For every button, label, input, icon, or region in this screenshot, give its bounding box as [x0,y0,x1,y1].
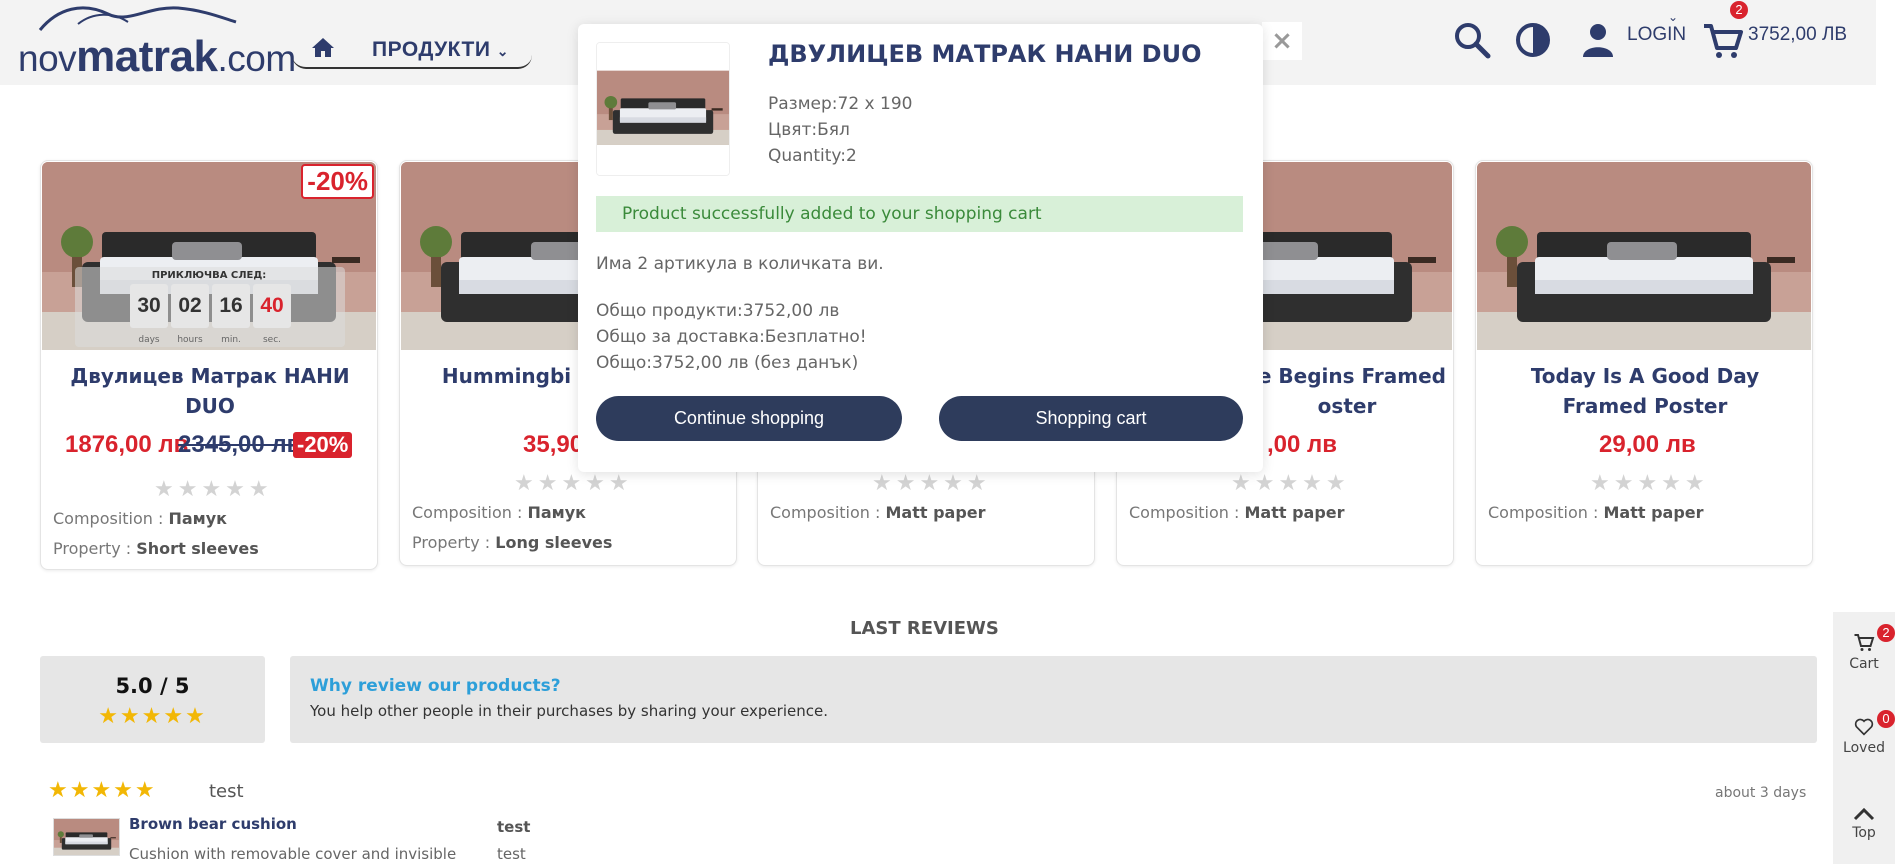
chevron-down-icon: ⌄ [496,43,510,59]
countdown-unit: hours [177,335,203,345]
review-date: about 3 days [1715,785,1807,801]
product-price: 35,90 [523,431,584,458]
feature-composition: Composition : Памук [412,503,587,522]
review-product-thumbnail[interactable] [53,818,120,856]
nav-products-menu[interactable]: ПРОДУКТИ ⌄ [372,38,509,62]
login-link[interactable]: LOGIN [1627,24,1686,46]
product-title[interactable]: re Begins Framed oster [1247,361,1447,421]
modal-close-button[interactable]: × [1262,22,1302,60]
old-price: 2345,00 лв [178,431,302,458]
review-stars: ★★★★★ [48,778,157,803]
search-icon[interactable] [1452,20,1492,60]
cart-total[interactable]: 3752,00 ЛВ [1748,24,1847,46]
main-nav: ПРОДУКТИ ⌄ [292,28,532,69]
modal-size: Размер:72 x 190 [768,94,913,114]
side-loved-badge: 0 [1877,710,1895,728]
countdown-unit: min. [221,335,241,345]
cart-icon [1854,634,1875,651]
modal-total-products: Общо продукти:3752,00 лв [596,301,840,321]
countdown-hours: 02 [171,284,209,328]
side-loved-label: Loved [1843,740,1885,756]
modal-items-count: Има 2 артикула в количката ви. [596,254,884,274]
logo-text: novmatrak.com [18,32,296,81]
rating-stars: ★★★★★ [872,471,991,496]
countdown-label: ПРИКЛЮЧВА СЛЕД: [151,270,267,281]
home-icon[interactable] [310,36,336,58]
review-text: test [497,845,526,863]
back-to-top-label: Top [1852,825,1876,841]
product-title[interactable]: Двулицев Матрак НАНИ DUO [51,361,369,421]
modal-product-title: ДВУЛИЦЕВ МАТРАК НАНИ DUO [768,40,1202,68]
chevron-up-icon [1853,807,1875,821]
heart-icon [1854,718,1874,736]
why-review-text: You help other people in their purchases… [310,702,828,720]
product-price: ,00 лв [1267,431,1338,458]
why-review-title[interactable]: Why review our products? [310,676,561,696]
modal-shipping: Общо за доставка:Безплатно! [596,327,867,347]
rating-stars: ★★★★★ [154,477,273,502]
shopping-cart-button[interactable]: Shopping cart [939,396,1243,441]
modal-total: Общо:3752,00 лв (без данък) [596,353,859,373]
floating-side-panel: Cart 2 Loved 0 Top [1833,612,1895,864]
average-rating-box: 5.0 / 5 ★★★★★ [40,656,265,743]
review-product-name[interactable]: Brown bear cushion [129,815,297,833]
site-logo[interactable]: novmatrak.com [18,0,296,81]
reviews-heading: LAST REVIEWS [850,618,999,639]
countdown-unit: sec. [262,335,282,345]
feature-composition: Composition : Matt paper [1488,503,1704,522]
add-to-cart-modal: ДВУЛИЦЕВ МАТРАК НАНИ DUO Размер:72 x 190… [578,24,1263,472]
feature-property: Property : Long sleeves [412,533,613,552]
cart-count-badge: 2 [1730,1,1748,19]
feature-composition: Composition : Памук [53,509,228,528]
modal-quantity: Quantity:2 [768,146,857,166]
feature-property: Property : Short sleeves [53,539,259,558]
rating-stars: ★★★★★ [1590,471,1709,496]
chevron-down-icon: ⌄ [1668,10,1679,24]
reviewer-name: test [209,781,244,802]
rating-stars: ★★★★★ [514,471,633,496]
product-price: 29,00 лв [1599,431,1696,458]
continue-shopping-button[interactable]: Continue shopping [596,396,902,441]
product-title[interactable]: Today Is A Good Day Framed Poster [1486,361,1804,421]
average-rating: 5.0 / 5 [115,674,190,698]
product-price: 1876,00 лв [65,431,189,458]
why-review-box: Why review our products? You help other … [290,656,1817,743]
discount-badge: -20% [301,164,374,199]
countdown-min: 16 [212,284,250,328]
product-card[interactable]: Today Is A Good Day Framed Poster 29,00 … [1475,160,1813,566]
cart-icon[interactable] [1702,20,1743,60]
product-card[interactable]: ПРИКЛЮЧВА СЛЕД: 30 02 16 40 days hours m… [40,160,378,570]
review-product-desc: Cushion with removable cover and invisib… [129,845,457,863]
modal-color: Цвят:Бял [768,120,850,140]
contrast-icon[interactable] [1513,20,1553,60]
modal-success-message: Product successfully added to your shopp… [596,196,1243,232]
countdown-unit: days [138,335,160,345]
product-image[interactable]: ПРИКЛЮЧВА СЛЕД: 30 02 16 40 days hours m… [42,162,376,350]
feature-composition: Composition : Matt paper [1129,503,1345,522]
side-cart-label: Cart [1849,656,1879,672]
user-icon[interactable] [1578,20,1618,60]
countdown-sec: 40 [253,284,291,328]
rating-stars: ★★★★★ [1231,471,1350,496]
product-image[interactable] [1477,162,1811,350]
feature-composition: Composition : Matt paper [770,503,986,522]
discount-label: -20% [293,432,353,458]
side-cart-badge: 2 [1877,624,1895,642]
countdown-days: 30 [130,284,168,328]
rating-stars: ★★★★★ [98,704,207,729]
review-title: test [497,818,531,836]
back-to-top-button[interactable]: Top [1833,807,1895,841]
logo-swoosh-icon [38,6,237,31]
modal-product-image [596,42,730,176]
